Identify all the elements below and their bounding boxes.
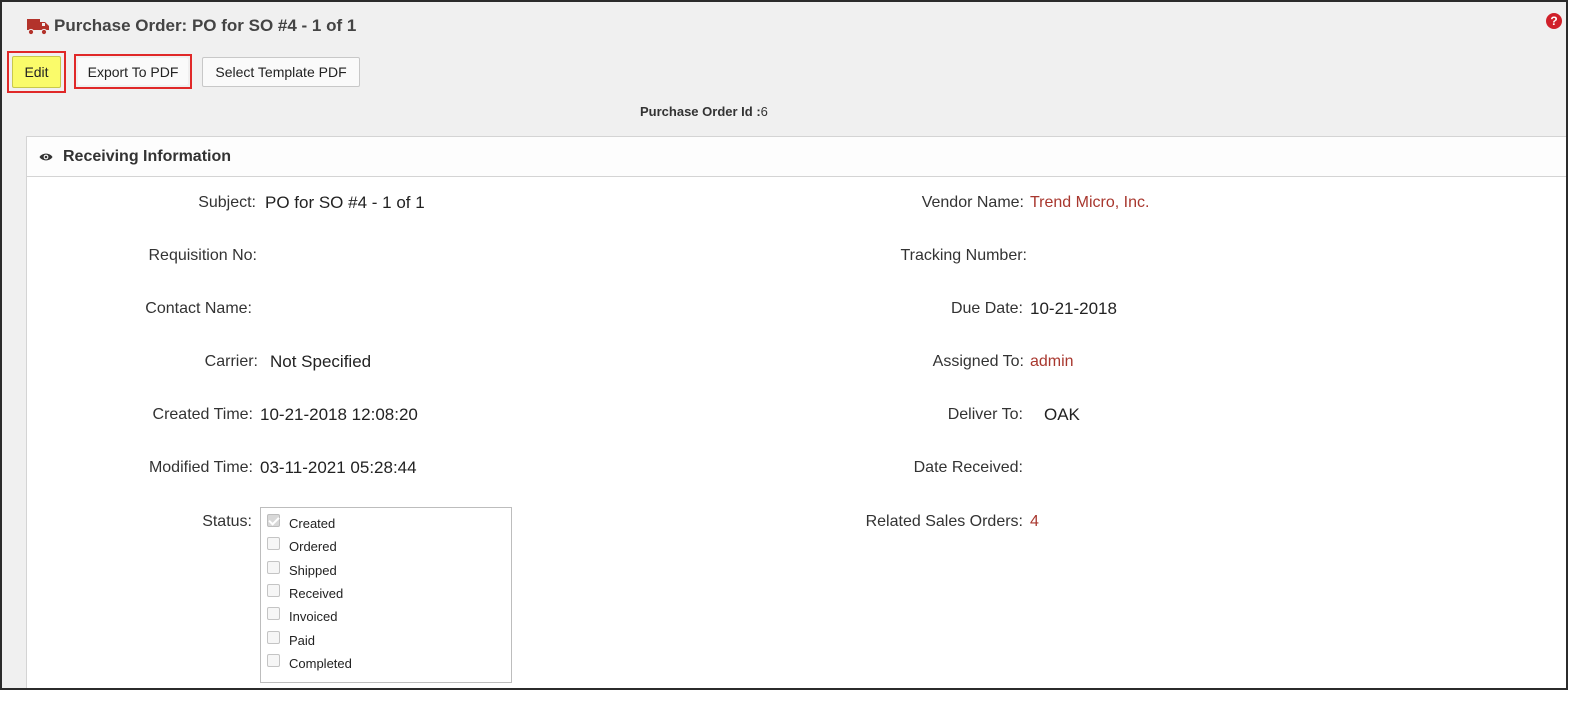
checkbox-paid[interactable] (267, 631, 280, 644)
purchase-order-view: Purchase Order: PO for SO #4 - 1 of 1 ? … (0, 0, 1568, 690)
checkbox-ordered[interactable] (267, 537, 280, 550)
checkbox-invoiced[interactable] (267, 607, 280, 620)
due-date-value: 10-21-2018 (1030, 299, 1117, 318)
eye-icon[interactable] (39, 152, 53, 162)
export-to-pdf-button[interactable]: Export To PDF (78, 58, 188, 85)
vendor-name-label: Vendor Name: (921, 194, 1024, 211)
status-option-label: Ordered (289, 539, 337, 554)
modified-time-value: 03-11-2021 05:28:44 (260, 458, 417, 477)
carrier-label: Carrier: (204, 353, 258, 370)
related-sales-orders-label: Related Sales Orders: (865, 513, 1023, 530)
purchase-order-id-label: Purchase Order Id : (640, 104, 761, 119)
subject-label: Subject: (198, 194, 256, 211)
status-option-label: Received (289, 586, 344, 601)
assigned-to-label: Assigned To: (932, 353, 1024, 370)
edit-highlight: Edit (7, 51, 66, 93)
checkbox-created[interactable] (267, 514, 280, 527)
status-label: Status: (202, 513, 252, 530)
truck-icon (27, 19, 49, 36)
checkbox-completed[interactable] (267, 654, 280, 667)
related-sales-orders-link[interactable]: 4 (1030, 513, 1039, 531)
status-option-created[interactable]: Created (267, 514, 336, 531)
date-received-label: Date Received: (913, 459, 1023, 476)
tracking-number-label: Tracking Number: (900, 247, 1027, 264)
status-option-ordered[interactable]: Ordered (267, 537, 337, 554)
page-header: Purchase Order: PO for SO #4 - 1 of 1 (26, 16, 356, 36)
section-title: Receiving Information (63, 147, 232, 165)
deliver-to-value: OAK (1044, 405, 1080, 424)
panel-header[interactable]: Receiving Information (27, 137, 1566, 177)
assigned-to-link[interactable]: admin (1030, 353, 1074, 371)
carrier-value: Not Specified (270, 352, 372, 371)
purchase-order-id: Purchase Order Id :6 (640, 104, 768, 119)
status-option-label: Completed (289, 656, 352, 671)
status-option-paid[interactable]: Paid (267, 631, 316, 648)
select-template-pdf-button[interactable]: Select Template PDF (202, 57, 360, 87)
help-icon[interactable]: ? (1546, 13, 1562, 29)
status-checklist: Created Ordered Shipped Received Invoice… (260, 507, 512, 683)
checkbox-received[interactable] (267, 584, 280, 597)
checkbox-shipped[interactable] (267, 561, 280, 574)
status-option-label: Invoiced (289, 609, 338, 624)
status-option-completed[interactable]: Completed (267, 654, 352, 671)
status-option-label: Paid (289, 633, 316, 648)
status-option-received[interactable]: Received (267, 584, 344, 601)
status-option-label: Created (289, 516, 336, 531)
receiving-information-panel: Receiving Information Subject: PO for SO… (26, 136, 1566, 688)
deliver-to-label: Deliver To: (947, 406, 1023, 423)
page-title: Purchase Order: PO for SO #4 - 1 of 1 (54, 16, 357, 35)
subject-value: PO for SO #4 - 1 of 1 (265, 193, 425, 212)
contact-name-label: Contact Name: (145, 300, 252, 317)
status-option-label: Shipped (289, 563, 337, 578)
modified-time-label: Modified Time: (148, 459, 253, 476)
created-time-value: 10-21-2018 12:08:20 (260, 405, 418, 424)
status-option-invoiced[interactable]: Invoiced (267, 607, 338, 624)
created-time-label: Created Time: (152, 406, 253, 423)
edit-button[interactable]: Edit (12, 56, 61, 88)
vendor-name-link[interactable]: Trend Micro, Inc. (1030, 194, 1149, 212)
purchase-order-id-value: 6 (760, 104, 768, 119)
due-date-label: Due Date: (950, 300, 1023, 317)
requisition-no-label: Requisition No: (148, 247, 258, 264)
export-highlight: Export To PDF (74, 54, 192, 89)
status-option-shipped[interactable]: Shipped (267, 561, 337, 578)
